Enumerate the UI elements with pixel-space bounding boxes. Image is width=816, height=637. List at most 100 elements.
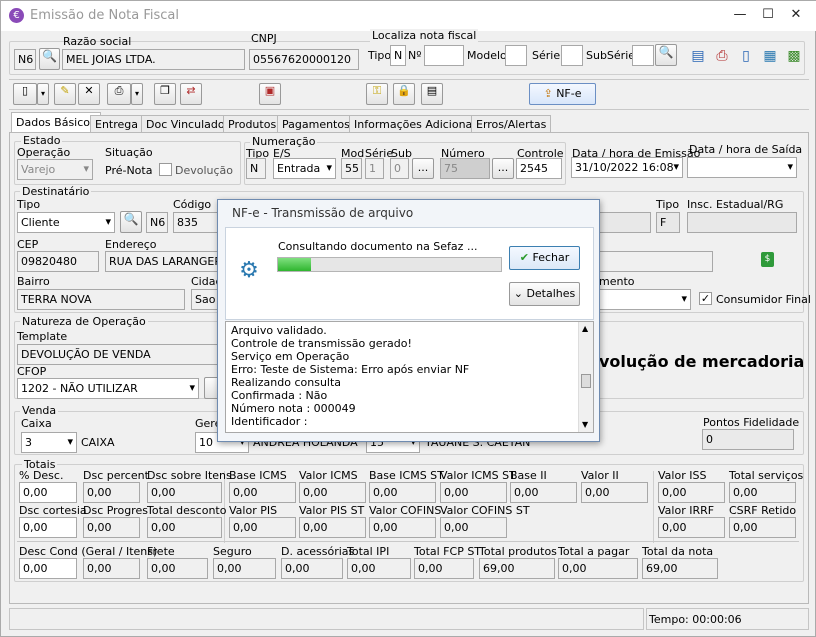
transfer-button[interactable]: ⇄	[180, 83, 202, 105]
localiza-search-button[interactable]: 🔍	[655, 44, 677, 66]
totais-value: 0,00	[581, 482, 648, 503]
nfe-button[interactable]: ⇪ NF-e	[529, 83, 596, 105]
lock-button[interactable]: 🔒	[393, 83, 415, 105]
totais-label: Total produtos	[479, 545, 557, 558]
es-select[interactable]: Entrada	[273, 158, 336, 179]
consumidor-label: Consumidor Final	[716, 293, 811, 306]
cfop-select[interactable]: 1202 - NÃO UTILIZAR	[17, 378, 199, 399]
log-lines: Arquivo validado. Controle de transmissão…	[231, 324, 469, 428]
document-icon[interactable]: ▯	[736, 46, 756, 66]
copy-button[interactable]: ❐	[154, 83, 176, 105]
search-icon: 🔍	[42, 49, 57, 63]
loc-tipo-input[interactable]: N	[390, 45, 406, 66]
totais-label: Total da nota	[642, 545, 714, 558]
search-empresa-button[interactable]: 🔍	[39, 48, 60, 70]
tab-pagamentos[interactable]: Pagamentos	[277, 115, 355, 133]
new-button[interactable]: ▯	[13, 83, 37, 105]
num-tipo: N	[246, 158, 266, 179]
new-dropdown-button[interactable]: ▾	[37, 83, 49, 105]
num-numero-button[interactable]: ...	[492, 158, 514, 179]
key-button[interactable]: ⚿	[366, 83, 388, 105]
dest-tipo-label: Tipo	[17, 198, 41, 211]
totais-value: 0,00	[414, 558, 474, 579]
endereco-field: RUA DAS LARANGERAS	[105, 251, 219, 272]
totais-label: Dsc sobre Itens	[147, 469, 232, 482]
loc-subserie-input[interactable]	[632, 45, 654, 66]
dest-tipo2: F	[656, 212, 680, 233]
notes-button[interactable]: ▤	[421, 83, 443, 105]
destinatario-title: Destinatário	[20, 185, 92, 198]
list-icon[interactable]: ▤	[688, 46, 708, 66]
loc-tipo-label: Tipo	[368, 49, 392, 62]
cidade-field: Sao B	[191, 289, 219, 310]
totais-value: 0,00	[147, 558, 208, 579]
dest-tipo-select[interactable]: Cliente	[17, 212, 115, 233]
scroll-up-icon[interactable]: ▲	[582, 324, 588, 333]
bairro-label: Bairro	[17, 275, 50, 288]
consumidor-checkbox[interactable]: ✓	[699, 292, 712, 305]
totais-label: Base ICMS ST	[369, 469, 444, 482]
loc-numero-input[interactable]	[424, 45, 464, 66]
delete-button[interactable]: ✕	[78, 83, 100, 105]
emissao-field[interactable]: 31/10/2022 16:08	[571, 157, 683, 178]
num-sub-button[interactable]: ...	[412, 158, 434, 179]
money-icon[interactable]: $	[761, 252, 774, 267]
tab-erros-alertas[interactable]: Erros/Alertas	[471, 115, 552, 133]
totais-label: Valor ICMS	[299, 469, 358, 482]
table-icon[interactable]: ▦	[760, 46, 780, 66]
dest-tipo2-label: Tipo	[656, 198, 680, 211]
totais-value[interactable]: 0,00	[19, 517, 77, 538]
totais-value: 0,00	[83, 558, 140, 579]
num-numero: 75	[440, 158, 490, 179]
caixa-select[interactable]: 3	[21, 432, 77, 453]
pontos-label: Pontos Fidelidade	[703, 416, 800, 429]
totais-value: 0,00	[440, 517, 507, 538]
status-bar: Tempo: 00:00:06	[9, 608, 809, 630]
totais-value[interactable]: 0,00	[19, 558, 77, 579]
totais-label: Total FCP ST	[414, 545, 482, 558]
totais-divider-2	[653, 471, 654, 543]
log-line: Confirmada : Não	[231, 389, 328, 402]
atendimento-select[interactable]	[599, 289, 691, 310]
tab-informacoes-adicionais[interactable]: Informações Adicionais	[349, 115, 487, 133]
edit-button[interactable]: ✎	[54, 83, 76, 105]
dest-search-button[interactable]: 🔍	[120, 211, 142, 233]
tab-entrega[interactable]: Entrega	[90, 115, 144, 133]
saida-field[interactable]	[687, 157, 797, 178]
totais-value: 0,00	[229, 517, 296, 538]
toolbar-separator	[9, 79, 809, 80]
spreadsheet-icon[interactable]: ▩	[784, 46, 804, 66]
totais-value: 0,00	[147, 517, 222, 538]
totais-value[interactable]: 0,00	[19, 482, 77, 503]
log-line: Erro: Teste de Sistema: Erro após enviar…	[231, 363, 470, 376]
detalhes-label: Detalhes	[526, 287, 576, 300]
tab-doc-vinculados[interactable]: Doc Vinculados	[141, 115, 236, 133]
operacao-select[interactable]: Varejo	[17, 159, 93, 180]
scroll-down-icon[interactable]: ▼	[582, 420, 588, 429]
print-button[interactable]: ⎙	[107, 83, 131, 105]
dialog-log: Arquivo validado. Controle de transmissão…	[225, 321, 594, 433]
operacao-label: Operação	[17, 146, 71, 159]
tab-produtos[interactable]: Produtos	[223, 115, 282, 133]
detalhes-button[interactable]: ⌄ Detalhes	[509, 282, 580, 306]
loc-serie-input[interactable]	[561, 45, 583, 66]
minimize-button[interactable]: —	[726, 1, 754, 31]
close-button[interactable]: ✕	[782, 1, 810, 31]
calendar-button[interactable]: ▣	[259, 83, 281, 105]
num-controle[interactable]: 2545	[516, 158, 562, 179]
log-scrollbar[interactable]: ▲ ▼	[578, 322, 593, 432]
totais-label: Base ICMS	[229, 469, 287, 482]
maximize-button[interactable]: ☐	[754, 1, 782, 31]
scroll-thumb[interactable]	[581, 374, 591, 388]
print-icon[interactable]: ⎙	[712, 46, 732, 66]
tab-dados-basicos[interactable]: Dados Básicos	[11, 112, 101, 133]
totais-label: Total IPI	[347, 545, 390, 558]
title-bar: € Emissão de Nota Fiscal — ☐ ✕	[1, 1, 816, 31]
chevron-double-down-icon: ⌄	[513, 287, 523, 300]
fechar-button[interactable]: ✔ Fechar	[509, 246, 580, 270]
loc-modelo-input[interactable]	[505, 45, 527, 66]
print-dropdown-button[interactable]: ▾	[131, 83, 143, 105]
devolucao-checkbox[interactable]	[159, 163, 172, 176]
num-serie: 1	[365, 158, 384, 179]
totais-value: 0,00	[347, 558, 411, 579]
